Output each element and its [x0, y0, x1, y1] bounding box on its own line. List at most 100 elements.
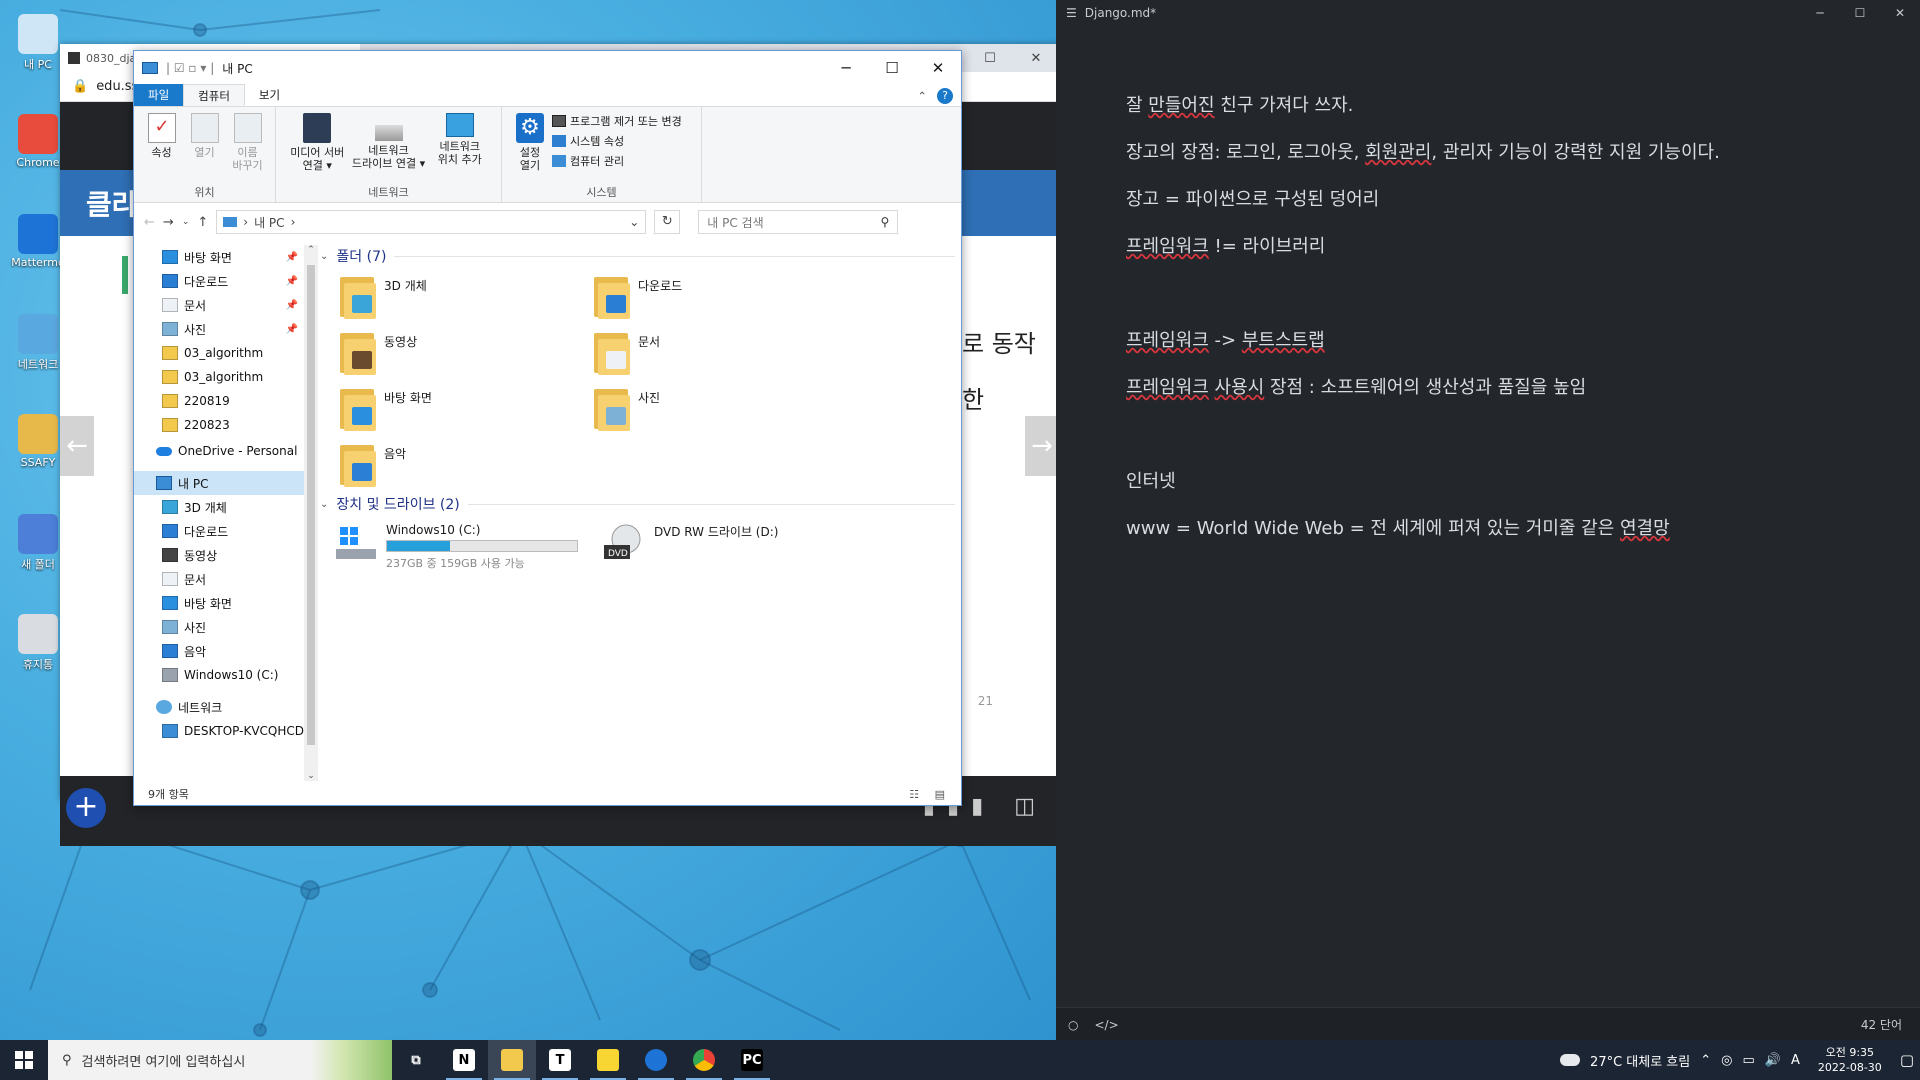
menu-icon[interactable]: ☰ [1066, 6, 1077, 20]
folder-item[interactable]: 음악 [338, 441, 592, 489]
file-explorer-window[interactable]: | ☑ ▫ ▾ | 내 PC ─ ☐ ✕ 파일 컴퓨터 보기 ⌃ ? ✓ 속성 [133, 50, 962, 806]
collapse-ribbon-icon[interactable]: ⌃ [917, 89, 927, 103]
weather-text[interactable]: 27°C 대체로 흐림 [1590, 1051, 1690, 1070]
show-hidden-icons-icon[interactable]: ⌃ [1700, 1053, 1711, 1068]
nav-item[interactable]: 바탕 화면 📌 [134, 245, 304, 269]
editor-document[interactable]: 잘 만들어진 친구 가져다 쓰자. 장고의 장점: 로그인, 로그아웃, 회원관리… [1056, 26, 1920, 552]
start-button[interactable] [0, 1040, 48, 1080]
computer-management-button[interactable]: 컴퓨터 관리 [552, 153, 682, 169]
source-mode-icon[interactable]: </> [1094, 1018, 1118, 1032]
refresh-button[interactable]: ↻ [654, 210, 681, 234]
address-bar[interactable]: › 내 PC › ⌄ [216, 210, 647, 234]
folder-item[interactable]: 동영상 [338, 329, 592, 377]
quick-access-toolbar[interactable]: | ☑ ▫ ▾ | [166, 61, 214, 75]
editor-close-button[interactable]: ✕ [1880, 6, 1920, 20]
taskbar-app-chrome[interactable] [680, 1040, 728, 1080]
camera-icon[interactable]: ◎ [1721, 1053, 1732, 1068]
folder-item[interactable]: 문서 [592, 329, 846, 377]
minimize-button[interactable]: ─ [823, 51, 869, 85]
drive-c[interactable]: Windows10 (C:) 237GB 중 159GB 사용 가능 [334, 523, 588, 571]
nav-item[interactable]: Windows10 (C:) [134, 663, 304, 687]
slide-prev-button[interactable]: ← [60, 416, 94, 476]
taskbar-app-typora[interactable]: T [536, 1040, 584, 1080]
slide-page-number: 21 [977, 694, 993, 708]
nav-item[interactable]: 사진 [134, 615, 304, 639]
scrollbar-thumb[interactable] [307, 265, 315, 745]
editor-paragraph[interactable] [1126, 270, 1920, 317]
taskbar-app-notion[interactable]: N [440, 1040, 488, 1080]
folder-item[interactable]: 사진 [592, 385, 846, 433]
nav-item[interactable]: 03_algorithm [134, 341, 304, 365]
editor-paragraph[interactable]: 프레임워크 사용시 장점 : 소프트웨어의 생산성과 품질을 높임 [1126, 364, 1920, 411]
taskbar-app-mattermost[interactable] [632, 1040, 680, 1080]
tab-view[interactable]: 보기 [245, 84, 294, 106]
help-icon[interactable]: ? [937, 88, 953, 104]
nav-item[interactable]: 다운로드 📌 [134, 269, 304, 293]
forward-arrow-icon[interactable]: → [163, 215, 174, 230]
nav-item[interactable]: 동영상 [134, 543, 304, 567]
up-arrow-icon[interactable]: ↑ [197, 215, 208, 230]
address-dropdown-icon[interactable]: ⌄ [629, 215, 639, 229]
nav-item[interactable]: 사진 📌 [134, 317, 304, 341]
add-button[interactable]: + [66, 788, 106, 828]
editor-paragraph[interactable]: www = World Wide Web = 전 세계에 퍼져 있는 거미줄 같… [1126, 505, 1920, 552]
taskbar-app-file-explorer[interactable] [488, 1040, 536, 1080]
breadcrumb-this-pc[interactable]: 내 PC [254, 214, 284, 231]
taskbar-search[interactable]: ⚲ 검색하려면 여기에 입력하십시 [48, 1040, 392, 1080]
editor-paragraph[interactable] [1126, 411, 1920, 458]
ime-indicator[interactable]: A [1791, 1053, 1800, 1068]
nav-item[interactable]: 다운로드 [134, 519, 304, 543]
back-arrow-icon[interactable]: ← [144, 215, 155, 230]
slide-next-button[interactable]: → [1025, 416, 1056, 476]
editor-paragraph[interactable]: 인터넷 [1126, 458, 1920, 505]
editor-paragraph[interactable]: 프레임워크 -> 부트스트랩 [1126, 317, 1920, 364]
nav-scrollbar[interactable]: ⌃ ⌄ [304, 245, 318, 781]
editor-paragraph[interactable]: 장고 = 파이썬으로 구성된 덩어리 [1126, 176, 1920, 223]
browser-close-button[interactable]: ✕ [1013, 51, 1056, 66]
close-button[interactable]: ✕ [915, 51, 961, 85]
nav-item[interactable]: 문서 [134, 567, 304, 591]
notification-icon[interactable]: ▢ [1900, 1051, 1914, 1069]
nav-item[interactable]: 바탕 화면 [134, 591, 304, 615]
view-toggle-icons[interactable]: ☷ ▤ [909, 788, 951, 801]
nav-network[interactable]: 네트워크 [134, 695, 304, 719]
nav-item[interactable]: 3D 개체 [134, 495, 304, 519]
volume-icon[interactable]: 🔊 [1765, 1053, 1781, 1068]
taskbar-app-task-view[interactable]: ⧉ [392, 1040, 440, 1080]
drive-d[interactable]: DVD DVD RW 드라이브 (D:) [602, 523, 856, 571]
tab-file[interactable]: 파일 [134, 84, 184, 106]
editor-paragraph[interactable]: 장고의 장점: 로그인, 로그아웃, 회원관리, 관리자 기능이 강력한 지원 … [1126, 129, 1920, 176]
search-input[interactable]: 내 PC 검색 ⚲ [698, 210, 899, 234]
nav-item[interactable]: 문서 📌 [134, 293, 304, 317]
nav-item[interactable]: 220823 [134, 413, 304, 437]
taskbar-app-sticky-notes[interactable] [584, 1040, 632, 1080]
notion-icon: N [453, 1049, 475, 1071]
editor-paragraph[interactable]: 잘 만들어진 친구 가져다 쓰자. [1126, 82, 1920, 129]
outline-toggle-icon[interactable]: ○ [1068, 1018, 1078, 1032]
browser-maximize-button[interactable]: ☐ [967, 51, 1013, 66]
typora-editor-window[interactable]: ☰ Django.md* ─ ☐ ✕ 잘 만들어진 친구 가져다 쓰자. 장고의 … [1056, 0, 1920, 1041]
nav-item[interactable]: 03_algorithm [134, 365, 304, 389]
editor-maximize-button[interactable]: ☐ [1840, 6, 1880, 20]
folder-item[interactable]: 다운로드 [592, 273, 846, 321]
folder-item[interactable]: 바탕 화면 [338, 385, 592, 433]
folders-section-header[interactable]: ⌄ 폴더 (7) [320, 245, 955, 267]
nav-this-pc[interactable]: 내 PC [134, 471, 304, 495]
recent-locations-icon[interactable]: ⌄ [182, 217, 190, 227]
uninstall-program-button[interactable]: 프로그램 제거 또는 변경 [552, 113, 682, 129]
nav-item[interactable]: DESKTOP-KVCQHCD [134, 719, 304, 743]
nav-item[interactable]: 음악 [134, 639, 304, 663]
editor-paragraph[interactable]: 프레임워크 != 라이브러리 [1126, 223, 1920, 270]
nav-onedrive[interactable]: OneDrive - Personal [134, 439, 304, 463]
editor-minimize-button[interactable]: ─ [1800, 6, 1840, 20]
tab-computer[interactable]: 컴퓨터 [183, 84, 245, 106]
network-icon[interactable]: ▭ [1742, 1053, 1754, 1068]
devices-section-header[interactable]: ⌄ 장치 및 드라이브 (2) [320, 493, 955, 515]
maximize-button[interactable]: ☐ [869, 51, 915, 85]
word-count[interactable]: 42 단어 [1861, 1016, 1902, 1033]
nav-item[interactable]: 220819 [134, 389, 304, 413]
system-properties-button[interactable]: 시스템 속성 [552, 133, 682, 149]
folder-item[interactable]: 3D 개체 [338, 273, 592, 321]
taskbar-app-pycharm[interactable]: PC [728, 1040, 776, 1080]
clock[interactable]: 오전 9:35 2022-08-30 [1810, 1045, 1890, 1075]
